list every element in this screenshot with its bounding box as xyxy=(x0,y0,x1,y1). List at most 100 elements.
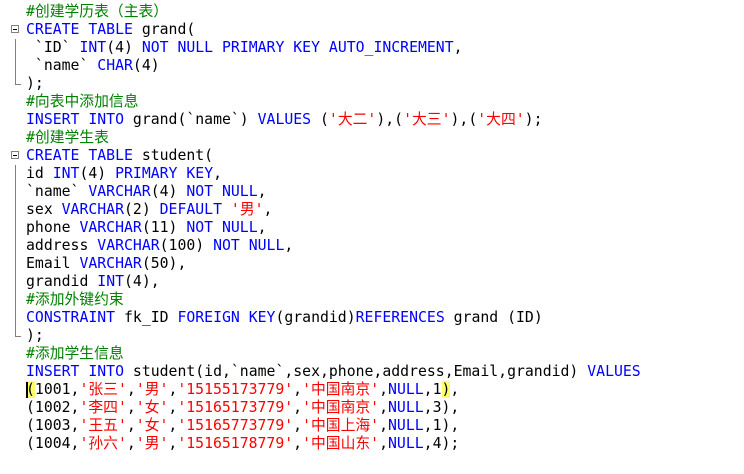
code-line[interactable]: (1001,'张三','男','15155173779','中国南京',NULL… xyxy=(0,381,744,399)
sql-keyword: CONSTRAINT xyxy=(26,309,116,326)
code-text: grand( xyxy=(132,21,196,38)
code-text: `name` xyxy=(26,57,98,74)
code-text: grand(`name`) xyxy=(124,111,258,128)
fold-guide-line xyxy=(15,39,16,57)
sql-keyword: PRIMARY KEY xyxy=(115,165,214,182)
code-text: , xyxy=(126,435,136,452)
code-text: (100) xyxy=(159,237,214,254)
code-text: , xyxy=(168,399,178,416)
sql-keyword: INSERT INTO xyxy=(26,363,124,380)
code-text: (50), xyxy=(141,255,187,272)
code-line[interactable]: `name` CHAR(4) xyxy=(0,57,744,75)
code-line-text: `name` VARCHAR(4) NOT NULL, xyxy=(26,183,267,201)
sql-keyword: VARCHAR xyxy=(61,201,124,218)
code-text: (1004, xyxy=(26,435,80,452)
string-literal: '中国山东' xyxy=(302,435,380,452)
code-line-text: (1003,'王五','女','15165773779','中国上海',NULL… xyxy=(26,417,459,435)
code-line[interactable]: INSERT INTO grand(`name`) VALUES ('大二'),… xyxy=(0,111,744,129)
code-line-text: #创建学历表（主表） xyxy=(26,3,168,21)
code-line-text: `ID` INT(4) NOT NULL PRIMARY KEY AUTO_IN… xyxy=(26,39,463,57)
code-text: ( xyxy=(311,111,329,128)
code-line-text: CREATE TABLE student( xyxy=(26,147,213,165)
code-text: (1003, xyxy=(26,417,80,434)
string-literal: '李四' xyxy=(79,399,127,416)
code-line[interactable]: sex VARCHAR(2) DEFAULT '男', xyxy=(0,201,744,219)
code-line[interactable]: (1003,'王五','女','15165773779','中国上海',NULL… xyxy=(0,417,744,435)
string-literal: '中国南京' xyxy=(302,399,380,416)
fold-guide-line xyxy=(15,57,16,75)
code-line-text: (1002,'李四','女','15165173779','中国南京',NULL… xyxy=(26,399,459,417)
code-text: , xyxy=(213,165,223,182)
string-literal: '中国南京' xyxy=(302,381,380,398)
code-line-text: id INT(4) PRIMARY KEY, xyxy=(26,165,222,183)
sql-keyword: INT xyxy=(52,165,80,182)
string-literal: '男' xyxy=(135,435,169,452)
fold-guide-line xyxy=(15,219,16,237)
comment: #向表中添加信息 xyxy=(26,93,139,110)
code-text: (grandid) xyxy=(275,309,356,326)
code-line-text: ); xyxy=(26,75,44,93)
sql-keyword: NOT NULL xyxy=(213,237,285,254)
code-line[interactable]: #创建学生表 xyxy=(0,129,744,147)
fold-guide-line xyxy=(15,255,16,273)
code-line-text: ); xyxy=(26,327,44,345)
string-literal: '女' xyxy=(135,399,169,416)
code-line-text: INSERT INTO grand(`name`) VALUES ('大二'),… xyxy=(26,111,542,129)
code-text: student(id,`name`,sex,phone,address,Emai… xyxy=(124,363,588,380)
code-line[interactable]: INSERT INTO student(id,`name`,sex,phone,… xyxy=(0,363,744,381)
code-line[interactable]: `ID` INT(4) NOT NULL PRIMARY KEY AUTO_IN… xyxy=(0,39,744,57)
code-text: (4) xyxy=(132,57,160,74)
sql-keyword: VARCHAR xyxy=(79,219,142,236)
fold-guide-line xyxy=(15,309,16,327)
code-line[interactable]: (1004,'孙六','男','15165178779','中国山东',NULL… xyxy=(0,435,744,453)
code-text: , xyxy=(379,399,389,416)
code-line[interactable]: #添加学生信息 xyxy=(0,345,744,363)
code-line-text: phone VARCHAR(11) NOT NULL, xyxy=(26,219,267,237)
string-literal: '中国上海' xyxy=(302,417,380,434)
code-line[interactable]: id INT(4) PRIMARY KEY, xyxy=(0,165,744,183)
code-line[interactable]: ); xyxy=(0,327,744,345)
sql-keyword: INT xyxy=(79,39,107,56)
code-line-text: #添加学生信息 xyxy=(26,345,124,363)
code-line[interactable]: address VARCHAR(100) NOT NULL, xyxy=(0,237,744,255)
code-text: ); xyxy=(26,327,44,344)
code-line[interactable]: ); xyxy=(0,75,744,93)
code-text: ),( xyxy=(376,111,404,128)
code-line[interactable]: #添加外键约束 xyxy=(0,291,744,309)
code-line[interactable]: #创建学历表（主表） xyxy=(0,3,744,21)
code-text: , xyxy=(453,39,463,56)
fold-toggle-icon[interactable] xyxy=(11,151,19,159)
code-line[interactable]: #向表中添加信息 xyxy=(0,93,744,111)
code-text: , xyxy=(293,399,303,416)
code-text: ); xyxy=(26,75,44,92)
code-line-text: CONSTRAINT fk_ID FOREIGN KEY(grandid)REF… xyxy=(26,309,543,327)
code-line[interactable]: Email VARCHAR(50), xyxy=(0,255,744,273)
code-line[interactable]: grandid INT(4), xyxy=(0,273,744,291)
code-text: , xyxy=(379,381,389,398)
code-editor[interactable]: #创建学历表（主表） CREATE TABLE grand( `ID` INT(4… xyxy=(0,0,744,474)
code-line[interactable]: CREATE TABLE grand( xyxy=(0,21,744,39)
string-literal: '男' xyxy=(135,381,169,398)
code-line[interactable]: CREATE TABLE student( xyxy=(0,147,744,165)
code-text: id xyxy=(26,165,53,182)
sql-keyword: NOT NULL xyxy=(186,219,258,236)
code-text: phone xyxy=(26,219,80,236)
fold-toggle-icon[interactable] xyxy=(11,25,19,33)
code-text: , xyxy=(126,381,136,398)
code-line[interactable]: `name` VARCHAR(4) NOT NULL, xyxy=(0,183,744,201)
code-line[interactable]: phone VARCHAR(11) NOT NULL, xyxy=(0,219,744,237)
code-area[interactable]: #创建学历表（主表） CREATE TABLE grand( `ID` INT(4… xyxy=(0,0,744,474)
code-line[interactable]: (1002,'李四','女','15165173779','中国南京',NULL… xyxy=(0,399,744,417)
code-text: , xyxy=(284,237,294,254)
code-text: ,3), xyxy=(423,399,460,416)
text-cursor xyxy=(26,382,28,398)
code-text: , xyxy=(263,201,273,218)
sql-keyword: INSERT INTO xyxy=(26,111,124,128)
sql-keyword: NULL xyxy=(388,435,424,452)
string-literal: '孙六' xyxy=(79,435,127,452)
code-line[interactable]: CONSTRAINT fk_ID FOREIGN KEY(grandid)REF… xyxy=(0,309,744,327)
string-literal: '大四' xyxy=(477,111,525,128)
fold-end-marker xyxy=(15,327,21,337)
fold-guide-line xyxy=(15,201,16,219)
